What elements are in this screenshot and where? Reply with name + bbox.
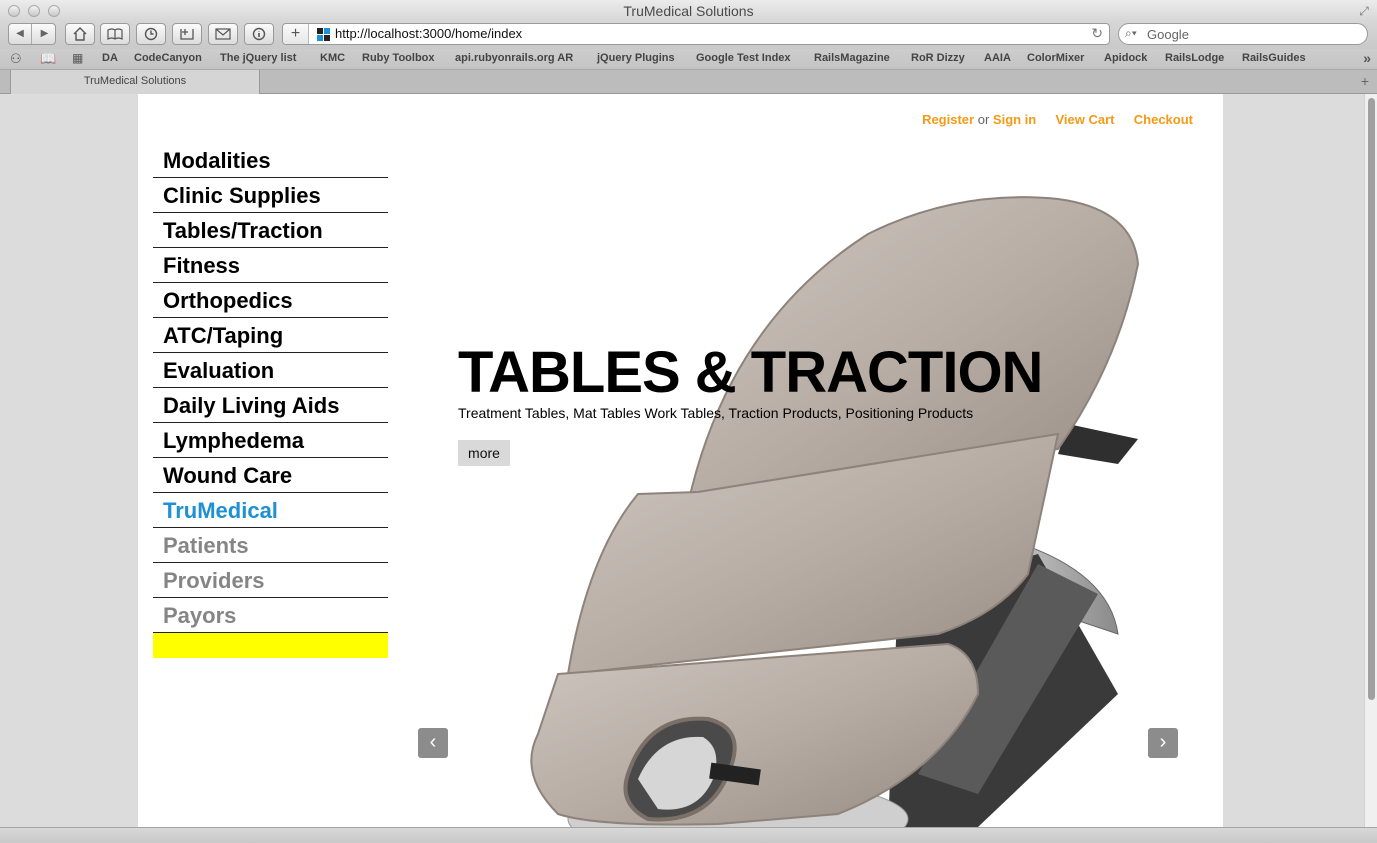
status-bar xyxy=(0,827,1377,843)
url-text[interactable]: http://localhost:3000/home/index xyxy=(335,26,522,41)
search-placeholder: Google xyxy=(1147,27,1189,42)
more-bookmarks-icon[interactable]: » xyxy=(1363,50,1371,66)
bookmark-item[interactable]: Ruby Toolbox xyxy=(362,52,435,64)
new-tab-icon[interactable]: + xyxy=(1361,73,1369,89)
register-link[interactable]: Register xyxy=(922,112,974,127)
add-bookmark-button[interactable] xyxy=(172,23,202,45)
bookmark-add-icon xyxy=(180,29,194,40)
bookmark-item[interactable]: ColorMixer xyxy=(1027,52,1084,64)
nav-item-wound-care[interactable]: Wound Care xyxy=(153,458,388,493)
window-title: TruMedical Solutions xyxy=(623,3,754,19)
bookmark-item[interactable]: jQuery Plugins xyxy=(597,52,675,64)
title-bar: TruMedical Solutions ⤢ xyxy=(0,0,1377,22)
back-forward-group: ◀ ▶ xyxy=(8,23,56,45)
nav-item-payors[interactable]: Payors xyxy=(153,598,388,633)
hero-slider: TABLES & TRACTION Treatment Tables, Mat … xyxy=(418,174,1198,827)
back-icon[interactable]: ◀ xyxy=(9,24,32,44)
scrollbar-thumb[interactable] xyxy=(1368,98,1375,700)
account-links: Register or Sign in View Cart Checkout xyxy=(922,112,1193,127)
chevron-right-icon: › xyxy=(1159,731,1167,753)
bookmark-item[interactable]: The jQuery list xyxy=(220,52,296,64)
hero-title: TABLES & TRACTION xyxy=(458,340,1043,405)
vertical-scrollbar[interactable] xyxy=(1364,94,1377,827)
page-container: Register or Sign in View Cart Checkout M… xyxy=(138,94,1223,827)
bookmark-item[interactable]: Apidock xyxy=(1104,52,1147,64)
search-field[interactable]: ⌕▾ Google xyxy=(1118,23,1368,45)
tab-trumedical[interactable]: TruMedical Solutions xyxy=(10,70,260,94)
sign-in-link[interactable]: Sign in xyxy=(993,112,1036,127)
fullscreen-icon[interactable]: ⤢ xyxy=(1357,4,1371,18)
bookmark-item[interactable]: DA xyxy=(102,52,118,64)
reload-icon[interactable]: ↻ xyxy=(1091,25,1103,42)
forward-icon[interactable]: ▶ xyxy=(33,24,56,44)
info-icon xyxy=(252,27,266,41)
nav-item-atc-taping[interactable]: ATC/Taping xyxy=(153,318,388,353)
bookmark-item[interactable]: KMC xyxy=(320,52,345,64)
more-button[interactable]: more xyxy=(458,440,510,466)
nav-item-evaluation[interactable]: Evaluation xyxy=(153,353,388,388)
search-icon: ⌕▾ xyxy=(1125,26,1137,40)
nav-item-patients[interactable]: Patients xyxy=(153,528,388,563)
browser-toolbar: ◀ ▶ + http://localhost:3000/home/index ↻… xyxy=(0,22,1377,49)
nav-item-fitness[interactable]: Fitness xyxy=(153,248,388,283)
history-button[interactable] xyxy=(136,23,166,45)
bookmark-item[interactable]: RailsGuides xyxy=(1242,52,1306,64)
nav-yellow-bar xyxy=(153,633,388,658)
category-nav: Modalities Clinic Supplies Tables/Tracti… xyxy=(153,143,388,658)
hero-subtitle: Treatment Tables, Mat Tables Work Tables… xyxy=(458,405,974,421)
bookmark-item[interactable]: CodeCanyon xyxy=(134,52,202,64)
slider-prev-button[interactable]: ‹ xyxy=(418,728,448,758)
checkout-link[interactable]: Checkout xyxy=(1134,112,1193,127)
reading-list-icon[interactable]: ⚇ xyxy=(10,51,22,67)
nav-item-modalities[interactable]: Modalities xyxy=(153,143,388,178)
nav-item-daily-living-aids[interactable]: Daily Living Aids xyxy=(153,388,388,423)
nav-item-lymphedema[interactable]: Lymphedema xyxy=(153,423,388,458)
bookmarks-book-icon[interactable]: 📖 xyxy=(40,51,56,67)
chevron-left-icon: ‹ xyxy=(429,731,437,753)
bookmark-item[interactable]: RailsLodge xyxy=(1165,52,1224,64)
bookmark-item[interactable]: RoR Dizzy xyxy=(911,52,965,64)
address-bar[interactable]: + http://localhost:3000/home/index ↻ xyxy=(282,23,1110,45)
slider-next-button[interactable]: › xyxy=(1148,728,1178,758)
top-sites-icon[interactable]: ▦ xyxy=(72,51,83,65)
home-button[interactable] xyxy=(65,23,95,45)
nav-item-tables-traction[interactable]: Tables/Traction xyxy=(153,213,388,248)
bookmark-item[interactable]: Google Test Index xyxy=(696,52,791,64)
book-icon xyxy=(107,28,123,40)
bookmark-item[interactable]: api.rubyonrails.org AR xyxy=(455,52,573,64)
mail-icon xyxy=(215,28,231,40)
view-cart-link[interactable]: View Cart xyxy=(1056,112,1115,127)
bookmark-item[interactable]: AAIA xyxy=(984,52,1011,64)
reader-button[interactable] xyxy=(100,23,130,45)
favicon-icon xyxy=(317,28,331,42)
add-icon[interactable]: + xyxy=(283,24,309,44)
clock-icon xyxy=(144,27,158,41)
or-text: or xyxy=(977,112,990,127)
info-button[interactable] xyxy=(244,23,274,45)
web-viewport: Register or Sign in View Cart Checkout M… xyxy=(0,94,1364,827)
nav-item-clinic-supplies[interactable]: Clinic Supplies xyxy=(153,178,388,213)
home-icon xyxy=(73,27,87,41)
mail-button[interactable] xyxy=(208,23,238,45)
tab-bar: TruMedical Solutions + xyxy=(0,70,1377,94)
bookmark-item[interactable]: RailsMagazine xyxy=(814,52,890,64)
nav-item-orthopedics[interactable]: Orthopedics xyxy=(153,283,388,318)
treatment-table-image xyxy=(530,196,1140,827)
nav-item-providers[interactable]: Providers xyxy=(153,563,388,598)
nav-item-trumedical[interactable]: TruMedical xyxy=(153,493,388,528)
bookmarks-bar: ⚇ 📖 ▦ DA CodeCanyon The jQuery list KMC … xyxy=(0,49,1377,70)
